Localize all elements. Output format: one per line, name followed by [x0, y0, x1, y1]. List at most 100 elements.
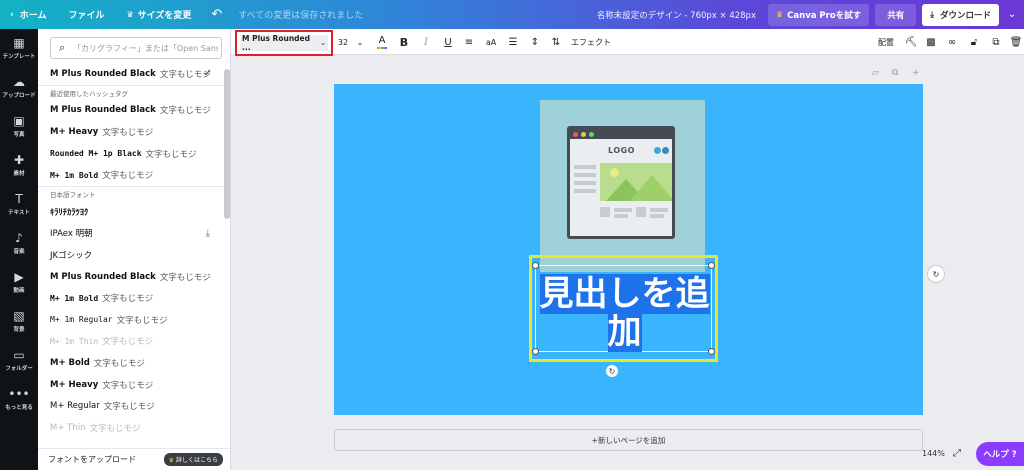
rail-item[interactable]: ••• もっと見る	[0, 380, 38, 419]
font-family-value: M Plus Rounded ...	[242, 34, 310, 52]
add-page-button[interactable]: +新しいページを追加	[334, 429, 923, 451]
line-graphic	[614, 214, 628, 218]
rail-item[interactable]: ▧ 背景	[0, 302, 38, 341]
rail-item[interactable]: ☁ アップロード	[0, 68, 38, 107]
window-dot-red	[573, 131, 578, 137]
learn-more-badge[interactable]: ♛ 詳しくはこちら	[163, 453, 223, 466]
add-page-icon[interactable]: +	[912, 68, 920, 78]
rail-icon: T	[15, 192, 23, 206]
search-input[interactable]	[73, 43, 218, 53]
arrange-button[interactable]: 配置	[875, 29, 897, 55]
font-name: M Plus Rounded Black	[50, 271, 156, 282]
font-item[interactable]: M+ 1m Bold 文字もじモジ	[38, 164, 224, 186]
chevron-down-icon[interactable]: ⌄	[353, 29, 367, 55]
browser-illustration[interactable]: LOGO	[540, 100, 705, 272]
zoom-level[interactable]: 144%	[922, 449, 945, 458]
font-panel: ⌕ M Plus Rounded Black 文字もじモジ ✓ 最近使用したハッ…	[38, 29, 231, 470]
bold-icon[interactable]: B	[396, 29, 412, 55]
rail-item[interactable]: ▶ 動画	[0, 263, 38, 302]
vertical-text-icon[interactable]: ⇅	[548, 29, 564, 55]
undo-icon[interactable]: ↶	[211, 0, 222, 29]
resize-button[interactable]: ♛ サイズを変更	[126, 0, 191, 29]
document-title[interactable]: 名称未設定のデザイン - 760px × 428px	[597, 0, 756, 29]
font-item[interactable]: M Plus Rounded Black 文字もじモジ	[38, 266, 224, 288]
font-item[interactable]: M+ 1m Regular 文字もじモジ	[38, 309, 224, 331]
trash-icon[interactable]: 🗑︎	[1008, 29, 1024, 55]
download-button[interactable]: ⤓ ダウンロード	[922, 3, 999, 26]
font-list: M Plus Rounded Black 文字もじモジ ✓ 最近使用したハッシュ…	[38, 63, 224, 439]
font-item[interactable]: ｷﾗﾘﾁｶﾗﾂﾖｸ	[38, 201, 224, 223]
duplicate-icon[interactable]: ⧉	[988, 29, 1004, 55]
heading-text[interactable]: 見出しを追 加	[536, 274, 713, 352]
file-menu[interactable]: ファイル	[68, 0, 104, 29]
paint-roller-icon[interactable]: ⛏	[903, 29, 919, 55]
text-color-button[interactable]: A	[373, 29, 391, 55]
font-item-current[interactable]: M Plus Rounded Black 文字もじモジ ✓	[38, 63, 224, 85]
font-item[interactable]: M+ Heavy 文字もじモジ	[38, 374, 224, 396]
transparency-icon[interactable]: ▩	[923, 29, 939, 55]
font-name: M+ Thin	[50, 422, 86, 433]
resize-handle[interactable]	[532, 348, 539, 355]
rail-item[interactable]: ♪ 音楽	[0, 224, 38, 263]
rail-item[interactable]: T テキスト	[0, 185, 38, 224]
bullet-list-icon[interactable]: ☰	[505, 29, 521, 55]
download-icon[interactable]: ⤓	[206, 228, 210, 239]
design-page[interactable]: LOGO 見出しを追 加 ↻	[334, 84, 923, 415]
resize-handle[interactable]	[532, 262, 539, 269]
crown-icon: ♛	[126, 10, 134, 19]
font-family-dropdown[interactable]: M Plus Rounded ... ⌄	[235, 30, 333, 56]
font-sample: 文字もじモジ	[89, 423, 141, 434]
window-dot-yellow	[581, 131, 586, 137]
sun-graphic	[610, 168, 619, 177]
home-button[interactable]: ‹ ホーム	[10, 0, 46, 29]
font-sample: 文字もじモジ	[159, 272, 211, 283]
panel-scrollbar[interactable]	[224, 69, 230, 219]
font-item[interactable]: Rounded M+ 1p Black 文字もじモジ	[38, 143, 224, 165]
font-name: M Plus Rounded Black	[50, 68, 156, 79]
underline-icon[interactable]: U	[440, 29, 456, 55]
rotate-handle-icon[interactable]: ↻	[606, 365, 618, 377]
upload-font-label: フォントをアップロード	[48, 455, 136, 464]
font-item[interactable]: M+ Regular 文字もじモジ	[38, 395, 224, 417]
font-item[interactable]: M+ 1m Bold 文字もじモジ	[38, 287, 224, 309]
share-button[interactable]: 共有	[875, 3, 917, 26]
rail-item[interactable]: ▦ テンプレート	[0, 29, 38, 68]
rail-item[interactable]: ✚ 素材	[0, 146, 38, 185]
text-toolbar: M Plus Rounded ... ⌄ 32 ⌄ A B I U ≡ aA ☰…	[231, 29, 1024, 56]
rail-label: フォルダー	[5, 366, 33, 372]
help-button[interactable]: ヘルプ ?	[976, 442, 1024, 466]
font-name: M+ 1m Bold	[50, 293, 99, 303]
rail-label: アップロード	[2, 93, 36, 99]
font-item[interactable]: IPAex 明朝 ⤓	[38, 223, 224, 245]
font-item[interactable]: M Plus Rounded Black 文字もじモジ	[38, 100, 224, 122]
link-icon[interactable]: ∞	[944, 29, 960, 55]
fullscreen-icon[interactable]: ⤢	[953, 448, 961, 459]
heading-textbox[interactable]: 見出しを追 加	[532, 262, 715, 355]
lock-icon[interactable]: 🔓︎	[966, 29, 982, 55]
chevron-down-icon[interactable]: ⌄	[1002, 4, 1022, 26]
font-item[interactable]: M+ Thin 文字もじモジ	[38, 417, 224, 439]
upload-font-row[interactable]: フォントをアップロード ♛ 詳しくはこちら	[38, 448, 230, 470]
rail-item[interactable]: ▣ 写真	[0, 107, 38, 146]
font-item[interactable]: M+ 1m Thin 文字もじモジ	[38, 331, 224, 353]
resize-handle[interactable]	[708, 348, 715, 355]
font-name: Rounded M+ 1p Black	[50, 149, 142, 159]
left-rail: ▦ テンプレート ☁ アップロード ▣ 写真 ✚ 素材 T テキスト ♪ 音楽 ▶ 動画 ▧ 背景 ▭ フォルダー…	[0, 29, 38, 470]
effects-button[interactable]: エフェクト	[571, 29, 611, 55]
italic-icon[interactable]: I	[418, 29, 434, 55]
note-icon[interactable]: ▱	[872, 68, 879, 78]
font-size-value[interactable]: 32	[335, 29, 351, 55]
rail-item[interactable]: ▭ フォルダー	[0, 341, 38, 380]
font-search[interactable]: ⌕	[50, 37, 222, 59]
save-status: すべての変更は保存されました	[238, 11, 364, 21]
align-center-icon[interactable]: ≡	[461, 29, 477, 55]
font-item[interactable]: JKゴシック	[38, 244, 224, 266]
try-pro-button[interactable]: ♛ Canva Proを試す	[768, 3, 870, 26]
spacing-icon[interactable]: ⇕	[527, 29, 543, 55]
resize-handle[interactable]	[708, 262, 715, 269]
letter-case-icon[interactable]: aA	[483, 29, 499, 55]
refresh-icon[interactable]: ↻	[927, 265, 945, 283]
font-item[interactable]: M+ Heavy 文字もじモジ	[38, 121, 224, 143]
duplicate-page-icon[interactable]: ⧉	[892, 68, 898, 78]
font-item[interactable]: M+ Bold 文字もじモジ	[38, 352, 224, 374]
